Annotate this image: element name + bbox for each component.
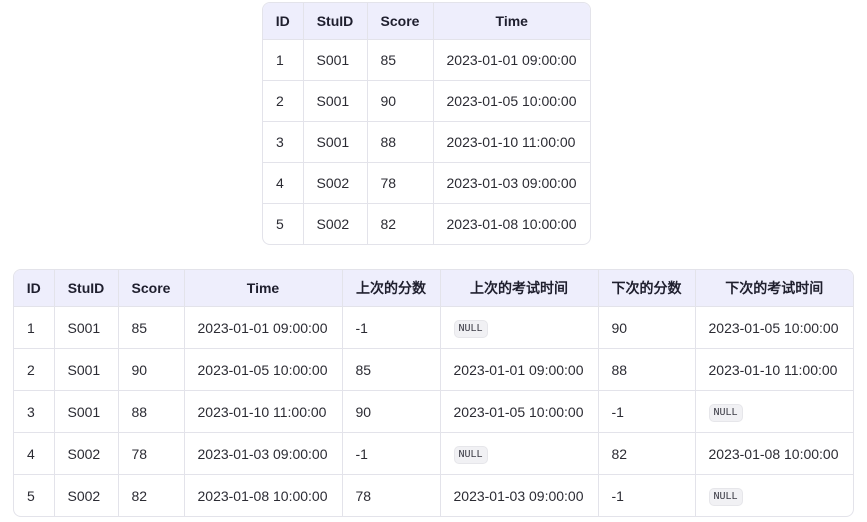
table-cell: 82 <box>118 474 185 516</box>
table-cell: 88 <box>367 121 434 163</box>
table-row: 4 S002 78 2023-01-03 09:00:00 <box>263 162 590 204</box>
table-row: 1 S001 85 2023-01-01 09:00:00 <box>263 39 590 81</box>
table-cell: 78 <box>367 162 434 204</box>
table-row: 2 S001 90 2023-01-05 10:00:00 <box>263 80 590 122</box>
table-cell: 90 <box>367 80 434 122</box>
table-header-row: ID StuID Score Time 上次的分数 上次的考试时间 下次的分数 … <box>14 270 853 307</box>
table-cell: -1 <box>598 474 696 516</box>
table-cell: 5 <box>14 474 55 516</box>
table-cell: 2023-01-08 10:00:00 <box>184 474 343 516</box>
table-cell: 2023-01-10 11:00:00 <box>184 390 343 433</box>
table-cell: 2023-01-03 09:00:00 <box>184 432 343 475</box>
table-row: 5 S002 82 2023-01-08 10:00:00 78 2023-01-03 0… <box>14 474 853 517</box>
table-row: 2 S001 90 2023-01-05 10:00:00 85 2023-01-01 0… <box>14 348 853 391</box>
table-cell: 2023-01-03 09:00:00 <box>433 162 590 204</box>
table-cell: 85 <box>342 348 441 391</box>
table-cell: S001 <box>303 39 368 81</box>
table-cell: S001 <box>54 390 119 433</box>
table-cell: 82 <box>598 432 696 475</box>
col-header-id: ID <box>263 3 304 40</box>
table-cell: 78 <box>342 474 441 516</box>
table-row: 5 S002 82 2023-01-08 10:00:00 <box>263 203 590 244</box>
table-cell: 2023-01-05 10:00:00 <box>184 348 343 391</box>
table-cell: 85 <box>367 39 434 81</box>
null-badge: NULL <box>708 403 743 422</box>
null-badge: NULL <box>453 319 488 338</box>
source-table: ID StuID Score Time 1 S001 85 2023-01-01 09… <box>262 2 591 245</box>
table-cell: 4 <box>14 432 55 475</box>
table-cell: 2023-01-10 11:00:00 <box>433 121 590 163</box>
table-cell: 2023-01-03 09:00:00 <box>440 474 599 516</box>
table-cell: NULL <box>695 475 853 517</box>
table-cell: 1 <box>263 39 304 81</box>
result-table-body: 1 S001 85 2023-01-01 09:00:00 -1 NULL 90 2023-0… <box>14 306 853 517</box>
table-cell: -1 <box>598 390 696 433</box>
col-header-stuid: StuID <box>303 3 368 40</box>
table-cell: 90 <box>342 390 441 433</box>
table-cell: 88 <box>118 390 185 433</box>
table-cell: NULL <box>695 390 853 433</box>
table-cell: S002 <box>54 432 119 475</box>
table-cell: 4 <box>263 162 304 204</box>
table-cell: 2023-01-08 10:00:00 <box>695 432 853 475</box>
source-table-body: 1 S001 85 2023-01-01 09:00:00 2 S001 90 2023-01… <box>263 39 590 244</box>
table-cell: NULL <box>440 432 599 475</box>
result-table: ID StuID Score Time 上次的分数 上次的考试时间 下次的分数 … <box>13 269 854 517</box>
col-header-score: Score <box>118 270 185 307</box>
col-header-time: Time <box>184 270 343 307</box>
table-cell: 2023-01-10 11:00:00 <box>695 348 853 391</box>
table-cell: 82 <box>367 203 434 244</box>
table-row: 4 S002 78 2023-01-03 09:00:00 -1 NULL 82 2023-0… <box>14 432 853 475</box>
table-cell: 2023-01-01 09:00:00 <box>184 306 343 349</box>
table-header-row: ID StuID Score Time <box>263 3 590 40</box>
table-cell: 5 <box>263 203 304 244</box>
table-cell: 78 <box>118 432 185 475</box>
col-header-prev-score: 上次的分数 <box>342 270 441 307</box>
table-cell: 2 <box>14 348 55 391</box>
col-header-next-score: 下次的分数 <box>598 270 696 307</box>
table-cell: S001 <box>54 348 119 391</box>
col-header-prev-time: 上次的考试时间 <box>440 270 599 307</box>
table-cell: S002 <box>54 474 119 516</box>
table-cell: 2023-01-01 09:00:00 <box>440 348 599 391</box>
null-badge: NULL <box>708 487 743 506</box>
col-header-time: Time <box>433 3 590 40</box>
col-header-stuid: StuID <box>54 270 119 307</box>
table-cell: 3 <box>263 121 304 163</box>
table-cell: 88 <box>598 348 696 391</box>
table-cell: -1 <box>342 306 441 349</box>
table-cell: 90 <box>598 306 696 349</box>
table-row: 1 S001 85 2023-01-01 09:00:00 -1 NULL 90 2023-0… <box>14 306 853 349</box>
table-cell: 90 <box>118 348 185 391</box>
table-cell: S001 <box>54 306 119 349</box>
table-cell: S002 <box>303 203 368 244</box>
table-cell: S001 <box>303 80 368 122</box>
null-badge: NULL <box>453 445 488 464</box>
col-header-id: ID <box>14 270 55 307</box>
table-cell: 2023-01-05 10:00:00 <box>695 306 853 349</box>
table-cell: NULL <box>440 306 599 349</box>
table-row: 3 S001 88 2023-01-10 11:00:00 <box>263 121 590 163</box>
col-header-score: Score <box>367 3 434 40</box>
table-cell: S002 <box>303 162 368 204</box>
table-cell: 2023-01-05 10:00:00 <box>440 390 599 433</box>
table-cell: -1 <box>342 432 441 475</box>
table-cell: 2 <box>263 80 304 122</box>
table-cell: S001 <box>303 121 368 163</box>
table-cell: 2023-01-08 10:00:00 <box>446 216 577 232</box>
table-cell: 3 <box>14 390 55 433</box>
col-header-next-time: 下次的考试时间 <box>695 270 853 307</box>
table-row: 3 S001 88 2023-01-10 11:00:00 90 2023-01-05 1… <box>14 390 853 433</box>
table-cell: 2023-01-05 10:00:00 <box>433 80 590 122</box>
table-cell: 1 <box>14 306 55 349</box>
table-cell: 2023-01-01 09:00:00 <box>433 39 590 81</box>
table-cell: 85 <box>118 306 185 349</box>
